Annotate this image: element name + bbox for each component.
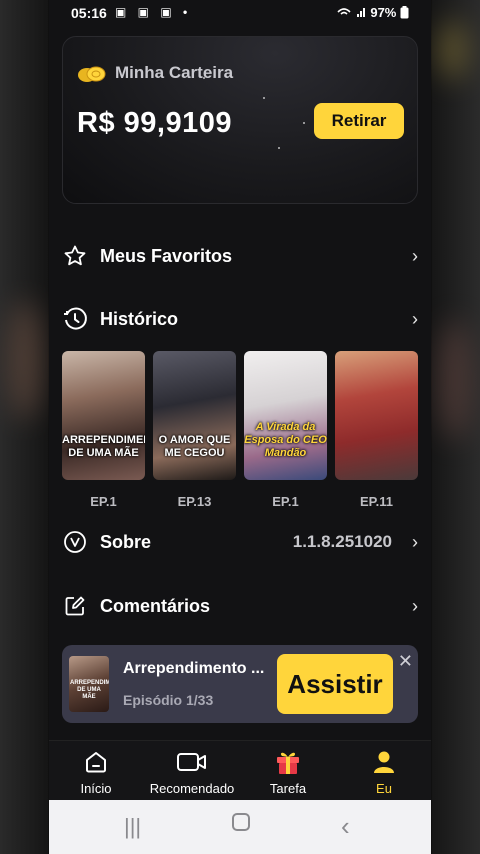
favorites-row[interactable]: Meus Favoritos › — [62, 236, 418, 276]
battery-icon — [400, 6, 409, 19]
gift-icon — [277, 752, 299, 774]
home-icon — [86, 752, 106, 773]
tab-label: Tarefa — [269, 781, 307, 796]
history-row[interactable]: Histórico › — [62, 299, 418, 339]
status-right: 97% — [337, 5, 409, 20]
recent-apps-icon[interactable]: ||| — [124, 814, 141, 840]
continue-watching-bar[interactable]: ARREPENDIMENTO DE UMA MÃE Arrependimento… — [62, 645, 418, 723]
wallet-balance: R$ 99,9109 — [77, 107, 232, 139]
home-button-icon[interactable] — [231, 812, 251, 838]
background-blur — [438, 320, 472, 440]
status-bar: 05:16 ▣ ▣ ▣ • 97% — [49, 0, 431, 26]
wallet-title: Minha Carteira — [115, 63, 234, 82]
app-version: 1.1.8.251020 — [292, 532, 392, 551]
close-icon[interactable]: ✕ — [398, 651, 413, 672]
chevron-right-icon: › — [412, 595, 418, 616]
history-label: Histórico — [100, 308, 179, 329]
back-icon[interactable]: ‹ — [341, 811, 350, 842]
thumbnail-caption: ARREPENDIMENTO DE UMA MÃE — [70, 680, 109, 700]
feedback-label: Comentários — [100, 595, 211, 616]
chevron-right-icon: › — [412, 308, 418, 329]
watch-button[interactable]: Assistir — [277, 654, 393, 714]
mini-player-thumbnail: ARREPENDIMENTO DE UMA MÃE — [69, 656, 109, 712]
feedback-row[interactable]: Comentários › — [62, 586, 418, 626]
history-episode: EP.11 — [359, 494, 394, 509]
edit-note-icon — [62, 593, 88, 619]
tab-tarefa[interactable]: Tarefa — [243, 747, 333, 796]
favorites-label: Meus Favoritos — [100, 245, 233, 266]
background-blur — [438, 20, 468, 80]
history-carousel[interactable]: ARREPENDIMENTO DE UMA MÃE O AMOR QUE ME … — [62, 351, 431, 516]
poster-title: A Virada da Esposa do CEO Mandão — [244, 421, 327, 459]
signal-icon — [337, 8, 365, 17]
about-row[interactable]: Sobre 1.1.8.251020 › — [62, 522, 418, 562]
about-label: Sobre — [100, 531, 152, 552]
decor-dot — [278, 147, 280, 149]
tab-recomendado[interactable]: Recomendado — [147, 747, 237, 796]
app-screen: 05:16 ▣ ▣ ▣ • 97% Minha Carteira R$ 99,9… — [49, 0, 431, 854]
poster-title: O AMOR QUE ME CEGOU — [158, 434, 231, 459]
wallet-card: Minha Carteira R$ 99,9109 Retirar — [62, 36, 418, 204]
history-episode: EP.1 — [90, 494, 117, 509]
history-poster[interactable] — [335, 351, 418, 480]
tab-inicio[interactable]: Início — [51, 747, 141, 796]
star-icon — [62, 243, 88, 269]
tab-label: Recomendado — [149, 781, 235, 796]
history-poster[interactable]: ARREPENDIMENTO DE UMA MÃE — [62, 351, 145, 480]
tab-eu[interactable]: Eu — [339, 747, 429, 796]
withdraw-button[interactable]: Retirar — [314, 103, 404, 139]
background-blur — [8, 300, 42, 420]
coin-icon — [78, 66, 106, 82]
battery-percent: 97% — [370, 5, 397, 20]
history-episode: EP.1 — [272, 494, 299, 509]
system-navigation-bar: ||| ‹ — [49, 800, 431, 854]
version-v-icon — [62, 529, 88, 555]
person-icon — [374, 751, 394, 773]
mini-player-title: Arrependimento ... — [123, 660, 265, 677]
history-poster[interactable]: O AMOR QUE ME CEGOU — [153, 351, 236, 480]
chevron-right-icon: › — [412, 245, 418, 266]
chevron-right-icon: › — [412, 531, 418, 552]
notification-icons: ▣ ▣ ▣ • — [115, 5, 192, 19]
mini-player-episode: Episódio 1/33 — [123, 692, 214, 708]
history-clock-icon — [62, 306, 88, 332]
poster-title: ARREPENDIMENTO DE UMA MÃE — [62, 434, 145, 459]
history-poster[interactable]: A Virada da Esposa do CEO Mandão — [244, 351, 327, 480]
tab-label: Eu — [376, 781, 392, 796]
video-camera-icon — [177, 753, 206, 771]
history-episode: EP.13 — [177, 494, 212, 509]
decor-dot — [303, 122, 305, 124]
decor-dot — [263, 97, 265, 99]
bottom-tab-bar: Início Recomendado Tarefa Eu — [49, 740, 431, 800]
tab-label: Início — [80, 781, 112, 796]
status-time: 05:16 — [71, 5, 107, 21]
